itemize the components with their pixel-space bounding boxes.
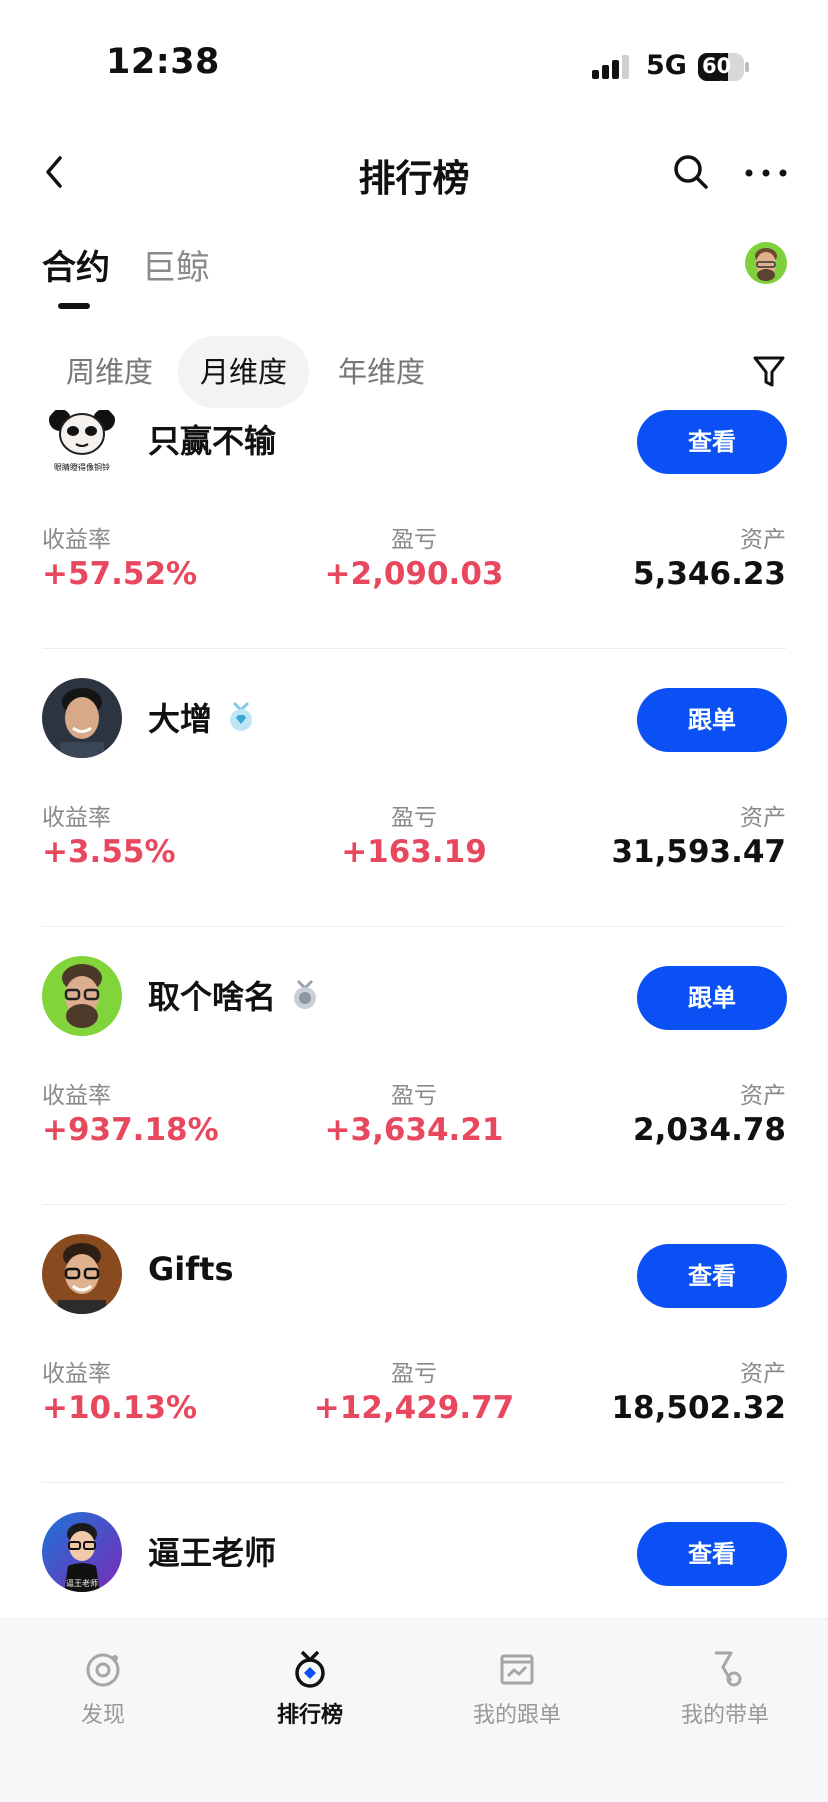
nav-discover[interactable]: 发现: [23, 1649, 183, 1729]
yield-value: +3.55%: [42, 834, 176, 870]
nav-label: 排行榜: [276, 1703, 343, 1728]
tab-whale[interactable]: 巨鲸: [142, 240, 210, 289]
trader-list: 眼睛瞪得像铜铃 只赢不输 查看 收益率 盈亏 资产 +57.52% +2,090…: [0, 410, 828, 1620]
pnl-label: 盈亏: [391, 1083, 437, 1109]
nav-ranking[interactable]: 排行榜: [230, 1649, 390, 1729]
avatar-caption: 逼王老师: [66, 1579, 98, 1588]
divider: [42, 926, 786, 927]
trader-row[interactable]: 大增 跟单 收益率 盈亏 资产 +3.55% +163.19 31,593.47: [0, 668, 828, 946]
trader-name: Gifts: [148, 1250, 234, 1288]
avatar-caption: 眼睛瞪得像铜铃: [54, 463, 110, 472]
discover-icon: [86, 1653, 120, 1687]
yield-label: 收益率: [42, 1361, 111, 1387]
follow-button[interactable]: 跟单: [637, 966, 787, 1030]
trader-row[interactable]: 取个啥名 跟单 收益率 盈亏 资产 +937.18% +3,634.21 2,0…: [0, 946, 828, 1224]
tab-active-indicator: [58, 303, 90, 309]
search-icon[interactable]: [672, 152, 710, 192]
battery-level: 60: [702, 54, 732, 78]
yield-value: +10.13%: [42, 1390, 198, 1426]
divider: [42, 1204, 786, 1205]
pnl-label: 盈亏: [391, 805, 437, 831]
silver-medal-icon: [294, 979, 317, 1009]
view-button[interactable]: 查看: [637, 1522, 787, 1586]
assets-label: 资产: [740, 1361, 786, 1387]
nav-my-copy-trades[interactable]: 我的跟单: [437, 1649, 597, 1729]
assets-value: 5,346.23: [633, 556, 786, 592]
assets-value: 31,593.47: [611, 834, 786, 870]
nav-label: 我的带单: [680, 1703, 769, 1728]
pnl-value: +163.19: [341, 834, 487, 870]
signal-icon: [592, 55, 629, 79]
nav-my-lead-trades[interactable]: 我的带单: [645, 1649, 805, 1729]
assets-label: 资产: [740, 1083, 786, 1109]
subtab-week[interactable]: 周维度: [44, 336, 175, 408]
avatar: [42, 956, 122, 1036]
trader-name: 取个啥名: [148, 972, 320, 1018]
more-icon[interactable]: [744, 158, 788, 188]
copy-trade-chart-icon: [500, 1654, 534, 1685]
divider: [42, 648, 786, 649]
subtab-month[interactable]: 月维度: [178, 336, 310, 408]
status-time: 12:38: [106, 42, 220, 82]
nav-label: 我的跟单: [472, 1703, 561, 1728]
assets-label: 资产: [740, 527, 786, 553]
trader-name: 逼王老师: [148, 1534, 277, 1572]
pnl-label: 盈亏: [391, 1361, 437, 1387]
diamond-medal-icon: [230, 701, 253, 731]
pnl-value: +12,429.77: [313, 1390, 515, 1426]
lead-trade-icon: [715, 1651, 742, 1687]
yield-label: 收益率: [42, 1083, 111, 1109]
assets-value: 18,502.32: [611, 1390, 786, 1426]
avatar: [42, 678, 122, 758]
filter-icon[interactable]: [752, 354, 786, 390]
trader-name: 只赢不输: [148, 422, 277, 460]
trader-row[interactable]: 眼睛瞪得像铜铃 只赢不输 查看 收益率 盈亏 资产 +57.52% +2,090…: [0, 410, 828, 668]
trader-name: 大增: [148, 694, 256, 740]
assets-label: 资产: [740, 805, 786, 831]
pnl-label: 盈亏: [391, 527, 437, 553]
avatar: 眼睛瞪得像铜铃: [42, 410, 122, 480]
view-button[interactable]: 查看: [637, 1244, 787, 1308]
view-button[interactable]: 查看: [637, 410, 787, 474]
subtab-year[interactable]: 年维度: [316, 336, 447, 408]
user-avatar[interactable]: [745, 242, 787, 284]
yield-label: 收益率: [42, 527, 111, 553]
trader-row[interactable]: 逼王老师 逼王老师 查看: [0, 1502, 828, 1620]
battery-icon: 60: [698, 53, 750, 81]
trader-row[interactable]: Gifts 查看 收益率 盈亏 资产 +10.13% +12,429.77 18…: [0, 1224, 828, 1502]
follow-button[interactable]: 跟单: [637, 688, 787, 752]
tab-contract[interactable]: 合约: [42, 240, 110, 289]
pnl-value: +2,090.03: [324, 556, 504, 592]
yield-value: +57.52%: [42, 556, 198, 592]
avatar: 逼王老师: [42, 1512, 122, 1592]
ranking-medal-icon: [295, 1650, 325, 1688]
divider: [42, 1482, 786, 1483]
network-type: 5G: [646, 50, 687, 81]
pnl-value: +3,634.21: [324, 1112, 504, 1148]
yield-label: 收益率: [42, 805, 111, 831]
avatar: [42, 1234, 122, 1314]
nav-label: 发现: [80, 1703, 125, 1728]
yield-value: +937.18%: [42, 1112, 219, 1148]
assets-value: 2,034.78: [633, 1112, 786, 1148]
bottom-nav: 发现 排行榜 我的跟单 我的带单: [0, 1618, 828, 1802]
